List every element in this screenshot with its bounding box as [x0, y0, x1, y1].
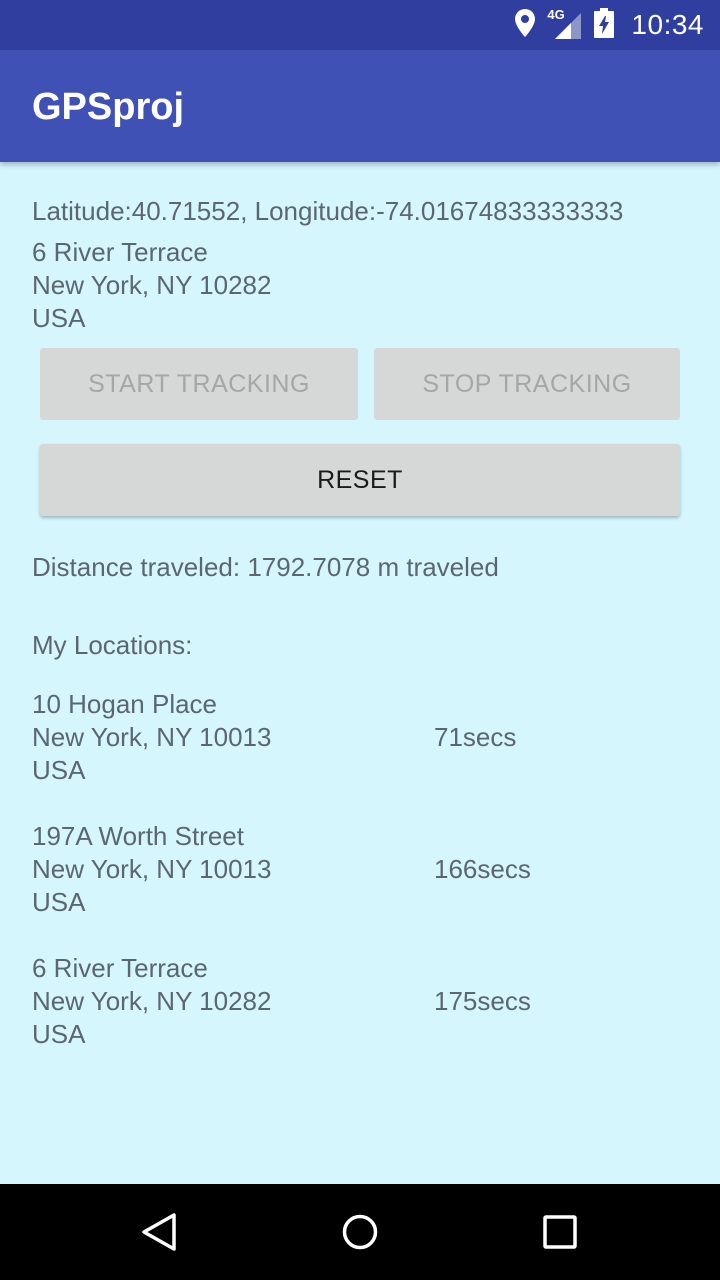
location-duration: 71secs [434, 722, 517, 752]
distance-traveled: Distance traveled: 1792.7078 m traveled [32, 552, 499, 582]
list-item: 10 Hogan Place New York, NY 10013 USA 71… [32, 688, 692, 820]
address-line: USA [32, 1019, 86, 1049]
location-address: 197A Worth Street New York, NY 10013 USA [32, 820, 692, 919]
start-tracking-button[interactable]: START TRACKING [40, 348, 358, 420]
address-line: New York, NY 10013 [32, 722, 272, 752]
list-item: 6 River Terrace New York, NY 10282 USA 1… [32, 952, 692, 1084]
stop-tracking-button[interactable]: STOP TRACKING [374, 348, 680, 420]
back-icon[interactable] [140, 1212, 180, 1252]
location-duration: 166secs [434, 854, 531, 884]
address-line: 6 River Terrace [32, 953, 208, 983]
location-address: 6 River Terrace New York, NY 10282 USA [32, 952, 692, 1051]
app-bar: GPSproj [0, 50, 720, 162]
status-bar: 4G 10:34 [0, 0, 720, 50]
location-address: 10 Hogan Place New York, NY 10013 USA [32, 688, 692, 787]
address-line: New York, NY 10282 [32, 270, 272, 300]
address-line: 6 River Terrace [32, 237, 208, 267]
address-line: USA [32, 755, 86, 785]
address-line: USA [32, 303, 86, 333]
my-locations-label: My Locations: [32, 630, 193, 660]
current-coordinates: Latitude:40.71552, Longitude:-74.0167483… [32, 196, 624, 226]
locations-list: 10 Hogan Place New York, NY 10013 USA 71… [32, 688, 692, 1084]
address-line: 10 Hogan Place [32, 689, 218, 719]
current-address: 6 River Terrace New York, NY 10282 USA [32, 236, 271, 335]
list-item: 197A Worth Street New York, NY 10013 USA… [32, 820, 692, 952]
status-icons: 4G 10:34 [513, 0, 704, 50]
home-icon[interactable] [340, 1212, 380, 1252]
main-content: Latitude:40.71552, Longitude:-74.0167483… [0, 162, 720, 1184]
address-line: New York, NY 10282 [32, 986, 272, 1016]
app-title: GPSproj [32, 86, 185, 128]
reset-button[interactable]: RESET [40, 444, 680, 516]
address-line: USA [32, 887, 86, 917]
navigation-bar [0, 1184, 720, 1280]
address-line: 197A Worth Street [32, 821, 244, 851]
signal-icon: 4G [547, 7, 583, 41]
address-line: New York, NY 10013 [32, 854, 272, 884]
status-time: 10:34 [631, 9, 704, 40]
recents-icon[interactable] [540, 1212, 580, 1252]
battery-charging-icon [593, 7, 615, 44]
location-icon [513, 8, 537, 43]
location-duration: 175secs [434, 986, 531, 1016]
